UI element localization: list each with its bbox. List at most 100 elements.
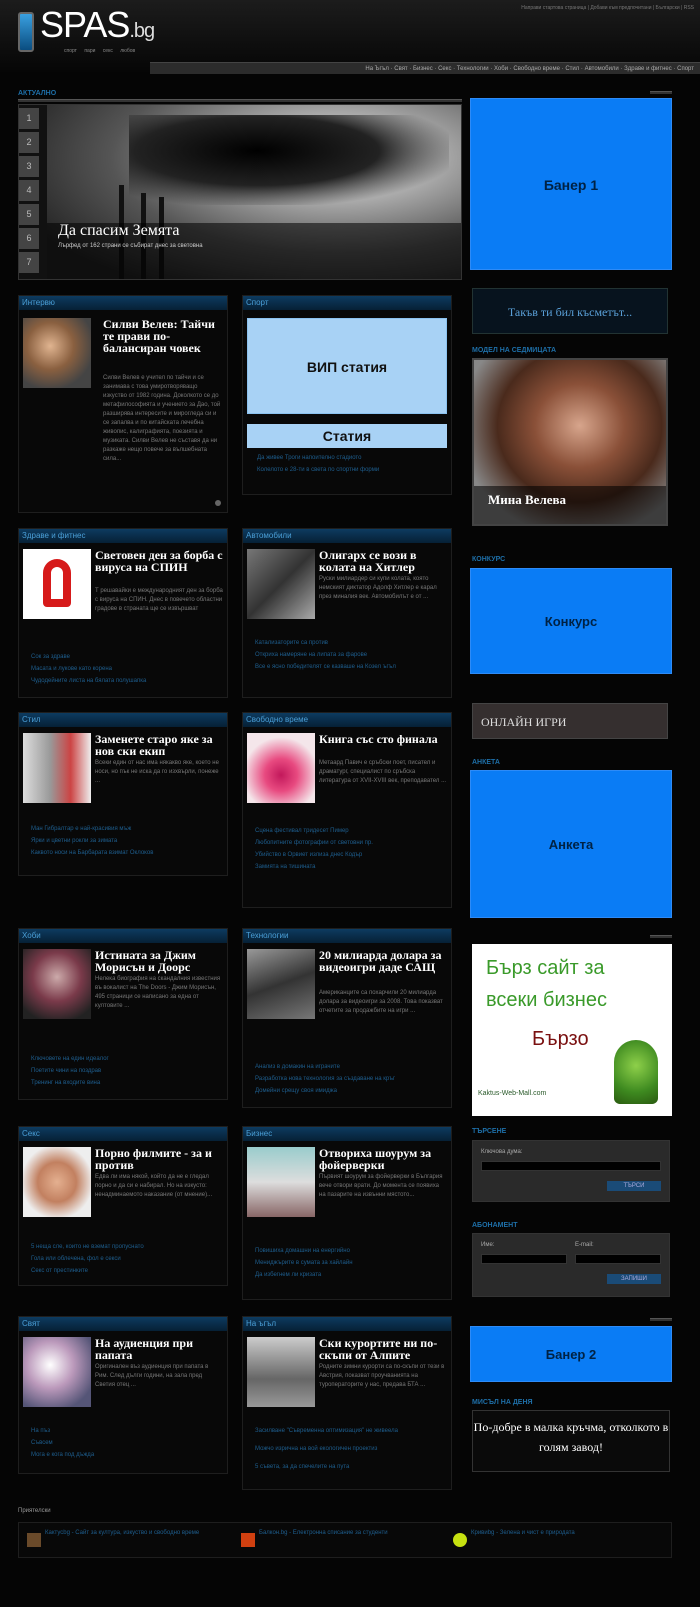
article-banner[interactable]: Статия	[247, 424, 447, 448]
article-link[interactable]: Любопитните фотографии от световни пр.	[255, 837, 373, 849]
slide-number[interactable]: 5	[19, 204, 39, 225]
model-name[interactable]: Мина Велева	[488, 492, 566, 508]
article-thumb[interactable]	[247, 949, 315, 1019]
article-link[interactable]: Можчо изрична на вой екологичен проектиз	[255, 1443, 377, 1455]
article-link[interactable]: Повишиха домашни на енергийно	[255, 1245, 350, 1257]
article-link[interactable]: На пъз	[31, 1425, 50, 1437]
article-link[interactable]: Тренинг на входите вина	[31, 1077, 100, 1089]
article-link[interactable]: Чудодейните листа на бялата полушапка	[31, 675, 146, 687]
box-header[interactable]: Автомобили	[243, 529, 451, 543]
article-title[interactable]: Световен ден за борба с вируса на СПИН	[95, 549, 223, 573]
article-link[interactable]: Разработка нова технология за създаване …	[255, 1073, 395, 1085]
article-link[interactable]: Да живее Троги напоително стадиото	[257, 452, 361, 464]
poll-banner[interactable]: Анкета	[470, 770, 672, 918]
article-link[interactable]: 5 неща сле, които не вземат пропуснато	[31, 1241, 144, 1253]
article-link[interactable]: Масата и лукове като корена	[31, 663, 112, 675]
article-thumb[interactable]	[23, 949, 91, 1019]
article-thumb[interactable]	[23, 1147, 91, 1217]
article-link[interactable]: Анализ в домакин на играчите	[255, 1061, 340, 1073]
box-header[interactable]: Секс	[19, 1127, 227, 1141]
article-thumb[interactable]	[247, 733, 315, 803]
article-thumb[interactable]	[23, 549, 91, 619]
nav-item[interactable]: Здраве и фитнес	[624, 66, 672, 72]
article-title[interactable]: Истината за Джим Морисън и Доорс	[95, 949, 223, 973]
online-games-banner[interactable]: ОНЛАЙН ИГРИ	[472, 703, 668, 739]
footer-link[interactable]: Кривиbg - Зелена и чист е природата	[471, 1529, 661, 1537]
search-button[interactable]: ТЪРСИ	[607, 1181, 661, 1191]
article-thumb[interactable]	[247, 1337, 315, 1407]
subscribe-button[interactable]: ЗАПИШИ	[607, 1274, 661, 1284]
banner-1[interactable]: Банер 1	[470, 98, 672, 270]
article-link[interactable]: Мениджърите в сумата за хайлайн	[255, 1257, 353, 1269]
box-header[interactable]: Бизнес	[243, 1127, 451, 1141]
article-title[interactable]: Олигарх се вози в колата на Хитлер	[319, 549, 447, 573]
article-link[interactable]: Катализаторите са против	[255, 637, 328, 649]
article-link[interactable]: Мога е кога под дъжда	[31, 1449, 94, 1461]
nav-item[interactable]: Бизнес	[413, 66, 433, 72]
more-icon[interactable]	[215, 500, 221, 506]
article-link[interactable]: Засилване "Съвременна оптимизация" не жи…	[255, 1425, 398, 1437]
banner-2[interactable]: Банер 2	[470, 1326, 672, 1382]
footer-link[interactable]: Кактусbg - Сайт за култура, изкуство и с…	[45, 1529, 215, 1537]
article-title[interactable]: 20 милиарда долара за видеоигри даде САЩ	[319, 949, 447, 973]
box-header[interactable]: Спорт	[243, 296, 451, 310]
slide-title[interactable]: Да спасим Земята	[58, 222, 179, 240]
slide-number[interactable]: 4	[19, 180, 39, 201]
konkurs-banner[interactable]: Конкурс	[470, 568, 672, 674]
slide-number[interactable]: 7	[19, 252, 39, 273]
box-header[interactable]: Свободно време	[243, 713, 451, 727]
article-thumb[interactable]	[23, 318, 91, 388]
article-link[interactable]: Съвсем	[31, 1437, 53, 1449]
email-field[interactable]	[575, 1254, 661, 1264]
slide-number[interactable]: 6	[19, 228, 39, 249]
name-field[interactable]	[481, 1254, 567, 1264]
top-links[interactable]: Направи стартова страница | Добави към п…	[521, 5, 694, 11]
article-title[interactable]: На аудиенция при папата	[95, 1337, 223, 1361]
nav-item[interactable]: Технологии	[457, 66, 489, 72]
nav-item[interactable]: Секс	[438, 66, 451, 72]
article-link[interactable]: Поетите чини на поздрав	[31, 1065, 101, 1077]
ad-kaktus[interactable]: Бърз сайт за всеки бизнес Бързо Kaktus-W…	[472, 944, 672, 1116]
article-link[interactable]: Гола или облечена, фол е секси	[31, 1253, 121, 1265]
article-link[interactable]: Замията на тишината	[255, 861, 316, 873]
box-header[interactable]: На ъгъл	[243, 1317, 451, 1331]
box-header[interactable]: Свят	[19, 1317, 227, 1331]
article-title[interactable]: Книга със сто финала	[319, 733, 447, 745]
box-header[interactable]: Интервю	[19, 296, 227, 310]
article-thumb[interactable]	[23, 1337, 91, 1407]
nav-item[interactable]: Свят	[394, 66, 407, 72]
article-link[interactable]: Сцена фестивал тридесет Пимер	[255, 825, 349, 837]
box-header[interactable]: Технологии	[243, 929, 451, 943]
nav-item[interactable]: Хоби	[494, 66, 508, 72]
article-thumb[interactable]	[23, 733, 91, 803]
article-link[interactable]: Каквото носи на Барбарата взимат Оклоков	[31, 847, 153, 859]
article-title[interactable]: Ски курортите ни по-скъпи от Алпите	[319, 1337, 447, 1361]
nav-item[interactable]: На Ъгъл	[365, 66, 389, 72]
logo-icon[interactable]	[18, 12, 34, 52]
article-title[interactable]: Отвориха шоурум за фойерверки	[319, 1147, 447, 1171]
article-link[interactable]: Ман Гибралтар е най-красивия мъж	[31, 823, 131, 835]
article-thumb[interactable]	[247, 1147, 315, 1217]
article-link[interactable]: Все е ясно победителят се казваше на Коз…	[255, 661, 396, 673]
article-link[interactable]: Убийство в Орвиет излиза днес Кодър	[255, 849, 362, 861]
article-title[interactable]: Силви Велев: Тайчи те прави по-балансира…	[103, 318, 223, 354]
article-link[interactable]: Домейни срещу своя имиджа	[255, 1085, 337, 1097]
article-link[interactable]: Ярки и цветни рокли за зимата	[31, 835, 117, 847]
article-link[interactable]: 5 съвета, за да спечелите на пута	[255, 1461, 349, 1473]
nav-item[interactable]: Стил	[565, 66, 579, 72]
article-link[interactable]: Сок за здраве	[31, 651, 70, 663]
article-title[interactable]: Заменете старо яке за нов ски екип	[95, 733, 223, 757]
article-title[interactable]: Порно филмите - за и против	[95, 1147, 223, 1171]
vip-article-banner[interactable]: ВИП статия	[247, 318, 447, 414]
fortune-banner[interactable]: Такъв ти бил късметът...	[472, 288, 668, 334]
article-link[interactable]: Откриха намеряне на липата за фарове	[255, 649, 367, 661]
nav-item[interactable]: Свободно време	[513, 66, 560, 72]
box-header[interactable]: Стил	[19, 713, 227, 727]
footer-link[interactable]: Балкон.bg - Електронна списание за студе…	[259, 1529, 439, 1537]
article-link[interactable]: Колелото е 28-ти в света по спортни форм…	[257, 464, 379, 476]
article-link[interactable]: Да избегнем ли кризата	[255, 1269, 321, 1281]
slide-number[interactable]: 1	[19, 108, 39, 129]
slide-number[interactable]: 3	[19, 156, 39, 177]
search-input[interactable]	[481, 1161, 661, 1171]
featured-slider[interactable]	[18, 104, 462, 280]
